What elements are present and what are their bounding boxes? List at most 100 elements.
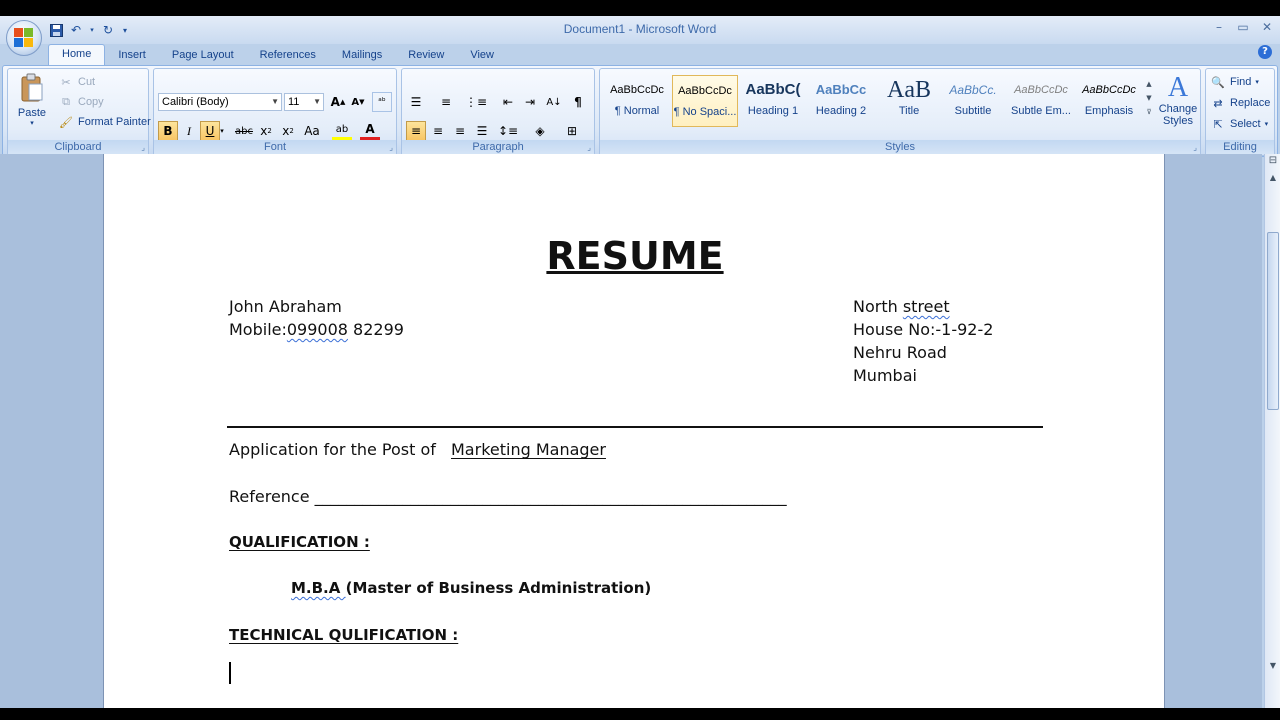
style-name: ¶ No Spaci... (673, 106, 737, 118)
address-line-3: Nehru Road (853, 343, 947, 362)
technical-qualification-heading: TECHNICAL QULIFICATION : (229, 626, 459, 644)
font-launcher-icon[interactable]: ⌟ (389, 143, 393, 152)
clipboard-launcher-icon[interactable]: ⌟ (141, 143, 145, 152)
font-name-combo[interactable]: Calibri (Body) ▼ (158, 93, 282, 111)
underline-icon[interactable]: U (200, 121, 220, 141)
scroll-up-icon[interactable]: ▲ (1266, 170, 1280, 186)
qualification-heading: QUALIFICATION : (229, 533, 370, 551)
tab-home[interactable]: Home (48, 44, 106, 66)
change-case-icon[interactable]: Aa (302, 121, 322, 141)
change-styles-button[interactable]: A Change Styles (1158, 72, 1198, 128)
increase-indent-icon[interactable]: ⇥ (520, 92, 540, 112)
qualification-item-abbrev: M.B.A (291, 579, 346, 597)
find-button[interactable]: 🔍 Find ▾ (1210, 73, 1259, 91)
paste-button[interactable]: Paste ▾ (14, 73, 50, 135)
font-size-combo[interactable]: 11 ▼ (284, 93, 324, 111)
replace-label: Replace (1230, 97, 1271, 109)
tab-references[interactable]: References (247, 46, 329, 66)
address-line-1: North street (853, 297, 950, 316)
view-ruler-icon[interactable]: ⊟ (1267, 155, 1279, 167)
style-name: Subtitle (954, 105, 992, 117)
vertical-scrollbar[interactable]: ⊟ ▲ ▼ (1264, 154, 1280, 708)
styles-launcher-icon[interactable]: ⌟ (1193, 143, 1197, 152)
style-subtitle[interactable]: AaBbCc. Subtitle (940, 75, 1006, 127)
restore-icon[interactable]: ▭ (1236, 20, 1250, 34)
select-button[interactable]: ⇱ Select ▾ (1210, 115, 1268, 133)
line-spacing-icon[interactable]: ↕≡ (498, 121, 518, 141)
style-title[interactable]: AaB Title (876, 75, 942, 127)
styles-group-label: Styles (600, 140, 1200, 154)
minimize-icon[interactable]: – (1212, 20, 1226, 34)
style-emphasis[interactable]: AaBbCcDc Emphasis (1076, 75, 1142, 127)
justify-icon[interactable]: ☰ (472, 121, 492, 141)
tab-review[interactable]: Review (395, 46, 457, 66)
show-formatting-icon[interactable]: ¶ (568, 92, 588, 112)
binoculars-icon: 🔍 (1211, 76, 1225, 89)
office-logo-icon (14, 28, 34, 48)
sort-icon[interactable]: A↓ (544, 92, 564, 112)
format-painter-button[interactable]: 🖌 Format Painter (58, 113, 151, 131)
clear-formatting-icon[interactable]: ᵃᵇ (372, 92, 392, 112)
ribbon: Paste ▾ ✂ Cut ⧉ Copy 🖌 Format Painter Clipb… (2, 65, 1278, 157)
replace-button[interactable]: ⇄ Replace (1210, 94, 1270, 112)
align-left-icon[interactable]: ≡ (406, 121, 426, 141)
paragraph-launcher-icon[interactable]: ⌟ (587, 143, 591, 152)
change-styles-icon: A (1167, 72, 1189, 103)
bullets-icon[interactable]: ☰ (406, 92, 426, 112)
address-line-2: House No:-1-92-2 (853, 320, 994, 339)
style-name: ¶ Normal (614, 105, 660, 117)
shading-icon[interactable]: ◈ (530, 121, 550, 141)
font-group-label: Font (154, 140, 396, 154)
style-name: Emphasis (1084, 105, 1134, 117)
office-button[interactable] (6, 20, 42, 56)
tab-mailings[interactable]: Mailings (329, 46, 395, 66)
paste-dropdown-icon: ▾ (30, 119, 34, 127)
scroll-down-icon[interactable]: ▼ (1266, 658, 1280, 674)
underline-dropdown-icon[interactable]: ▾ (218, 121, 226, 141)
change-styles-label: Change Styles (1158, 103, 1198, 127)
style-heading-2[interactable]: AaBbCc Heading 2 (808, 75, 874, 127)
subscript-icon[interactable]: x2 (256, 121, 276, 141)
multilevel-list-icon[interactable]: ⋮≡ (465, 92, 487, 112)
numbering-icon[interactable]: ≡ (436, 92, 456, 112)
style-normal[interactable]: AaBbCcDc ¶ Normal (604, 75, 670, 127)
style-subtle-emphasis[interactable]: AaBbCcDc Subtle Em... (1008, 75, 1074, 127)
align-right-icon[interactable]: ≡ (450, 121, 470, 141)
window-controls: – ▭ ✕ (1212, 20, 1274, 34)
bold-icon[interactable]: B (158, 121, 178, 141)
decrease-indent-icon[interactable]: ⇤ (498, 92, 518, 112)
style-heading-1[interactable]: AaBbC( Heading 1 (740, 75, 806, 127)
ribbon-tabs: Home Insert Page Layout References Maili… (48, 44, 507, 66)
shrink-font-icon[interactable]: A ▼ (348, 92, 368, 112)
align-center-icon[interactable]: ≡ (428, 121, 448, 141)
scroll-thumb[interactable] (1267, 232, 1279, 410)
highlight-icon[interactable]: ab (332, 121, 352, 141)
document-page[interactable]: RESUME John Abraham Mobile:099008 82299 … (103, 154, 1165, 708)
copy-button[interactable]: ⧉ Copy (58, 93, 104, 111)
cursor-icon: ⇱ (1213, 118, 1223, 131)
format-painter-label: Format Painter (78, 116, 151, 128)
close-icon[interactable]: ✕ (1260, 20, 1274, 34)
paragraph-group-label: Paragraph (402, 140, 594, 154)
mobile-number-part1: 099008 (286, 320, 348, 339)
horizontal-rule (227, 426, 1043, 428)
cut-button[interactable]: ✂ Cut (58, 73, 95, 91)
help-icon[interactable]: ? (1258, 45, 1272, 59)
mobile-line: Mobile:099008 82299 (229, 320, 404, 339)
style-sample: AaBbC( (745, 81, 801, 98)
address-line-1-a: North (853, 297, 903, 316)
font-group: Calibri (Body) ▼ 11 ▼ A ▲ A ▼ ᵃᵇ B I U ▾ abc… (153, 68, 397, 156)
application-value: Marketing Manager (451, 440, 606, 459)
font-color-icon[interactable]: A (360, 121, 380, 141)
borders-icon[interactable]: ⊞ (562, 121, 582, 141)
italic-icon[interactable]: I (179, 121, 199, 141)
tab-insert[interactable]: Insert (105, 46, 159, 66)
style-no-spacing[interactable]: AaBbCcDc ¶ No Spaci... (672, 75, 738, 127)
strikethrough-icon[interactable]: abc (234, 121, 254, 141)
superscript-icon[interactable]: x2 (278, 121, 298, 141)
grow-font-icon[interactable]: A ▲ (328, 92, 348, 112)
styles-group: AaBbCcDc ¶ Normal AaBbCcDc ¶ No Spaci...… (599, 68, 1201, 156)
styles-scroll[interactable]: ▲ ▼ ⊽ (1144, 77, 1154, 119)
tab-view[interactable]: View (457, 46, 507, 66)
tab-page-layout[interactable]: Page Layout (159, 46, 247, 66)
